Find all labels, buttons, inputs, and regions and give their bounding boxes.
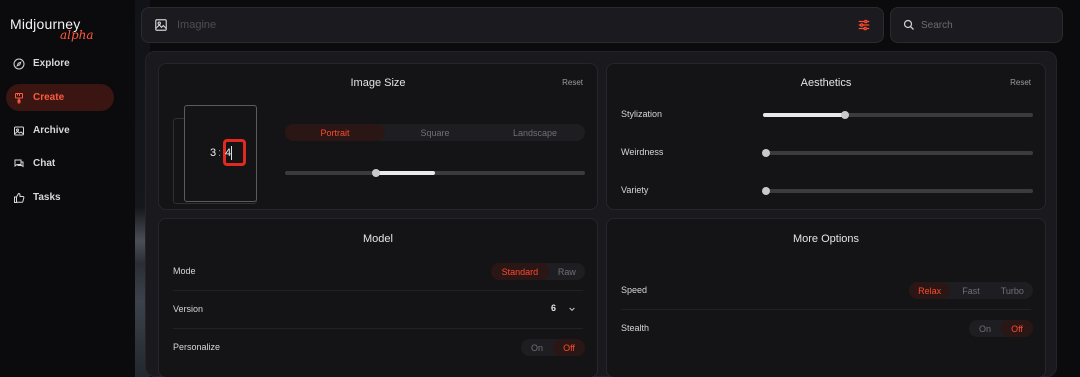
brush-icon [15,92,23,103]
image-size-card: Image Size Reset 3 : 4 Portrait Square L… [158,63,598,210]
imagine-input[interactable]: Imagine [177,19,216,31]
model-title: Model [363,233,393,245]
orientation-option-square[interactable]: Square [385,124,485,141]
variety-slider-track[interactable] [763,189,1033,193]
personalize-toggle[interactable]: On Off [521,339,585,356]
sidebar: Midjourney alpha Explore Create Archive … [0,0,135,377]
image-size-reset-button[interactable]: Reset [562,78,583,87]
personalize-option-off[interactable]: Off [553,339,585,356]
chevron-down-icon[interactable] [568,305,576,313]
aesthetics-reset-button[interactable]: Reset [1010,78,1031,87]
more-options-title: More Options [792,233,860,245]
sidebar-item-archive[interactable]: Archive [6,117,114,144]
speed-option-fast[interactable]: Fast [950,282,991,299]
ratio-separator: : [218,147,222,159]
personalize-option-on[interactable]: On [521,339,553,356]
aesthetics-title: Aesthetics [800,77,852,89]
weirdness-label: Weirdness [621,147,664,157]
stylization-label: Stylization [621,109,663,119]
aspect-ratio-slider-fill [376,171,435,175]
sidebar-item-label: Create [33,92,65,103]
aesthetics-card: Aesthetics Reset Stylization Weirdness V… [606,63,1046,210]
model-card: Model Mode Standard Raw Version 6 Person… [158,218,598,377]
speed-toggle[interactable]: Relax Fast Turbo [909,282,1033,299]
search-bar[interactable]: Search [890,7,1063,43]
create-settings-panel: Image Size Reset 3 : 4 Portrait Square L… [145,51,1057,377]
compass-icon [13,58,25,69]
personalize-label: Personalize [173,342,221,352]
mode-option-standard[interactable]: Standard [491,263,549,280]
sidebar-item-label: Archive [33,125,70,136]
mode-option-raw[interactable]: Raw [549,263,585,280]
version-value[interactable]: 6 [551,303,556,313]
logo-alpha-tag: alpha [60,28,94,42]
variety-slider-knob[interactable] [762,187,770,195]
stealth-option-on[interactable]: On [969,320,1001,337]
weirdness-slider-track[interactable] [763,151,1033,155]
sidebar-item-explore[interactable]: Explore [6,50,114,77]
weirdness-slider-knob[interactable] [762,149,770,157]
sidebar-item-create[interactable]: Create [6,84,114,111]
aspect-ratio-slider-track[interactable] [285,171,585,175]
divider [173,328,583,329]
image-size-title: Image Size [350,77,406,89]
speed-label: Speed [621,285,648,295]
divider [173,290,583,291]
speed-option-turbo[interactable]: Turbo [992,282,1033,299]
stealth-toggle[interactable]: On Off [969,320,1033,337]
sidebar-item-tasks[interactable]: Tasks [6,184,114,211]
sidebar-item-chat[interactable]: Chat [6,150,114,177]
speed-option-relax[interactable]: Relax [909,282,951,299]
image-icon [14,126,24,135]
orientation-option-landscape[interactable]: Landscape [485,124,585,141]
stealth-option-off[interactable]: Off [1001,320,1033,337]
orientation-toggle[interactable]: Portrait Square Landscape [285,124,585,141]
sidebar-item-label: Tasks [33,192,61,203]
image-icon[interactable] [154,18,168,32]
imagine-prompt-bar[interactable]: Imagine [141,7,884,43]
variety-label: Variety [621,185,649,195]
sliders-settings-icon[interactable] [857,18,871,32]
thumbs-up-icon [14,192,25,203]
aspect-ratio-slider-knob[interactable] [372,169,380,177]
stylization-slider-knob[interactable] [841,111,849,119]
search-icon [903,19,914,30]
text-cursor [231,146,232,160]
sidebar-item-label: Chat [33,158,56,169]
logo[interactable]: Midjourney alpha [10,16,94,42]
stylization-slider-fill [763,113,845,117]
more-options-card: More Options Speed Relax Fast Turbo Stea… [606,218,1046,377]
ratio-width-input[interactable]: 3 [210,147,216,159]
chat-icon [14,159,24,167]
sidebar-item-label: Explore [33,58,70,69]
divider [621,309,1031,310]
mode-label: Mode [173,266,196,276]
stealth-label: Stealth [621,323,650,333]
search-input[interactable]: Search [921,20,953,31]
version-label: Version [173,304,204,314]
orientation-option-portrait[interactable]: Portrait [285,124,385,141]
mode-toggle[interactable]: Standard Raw [491,263,585,280]
